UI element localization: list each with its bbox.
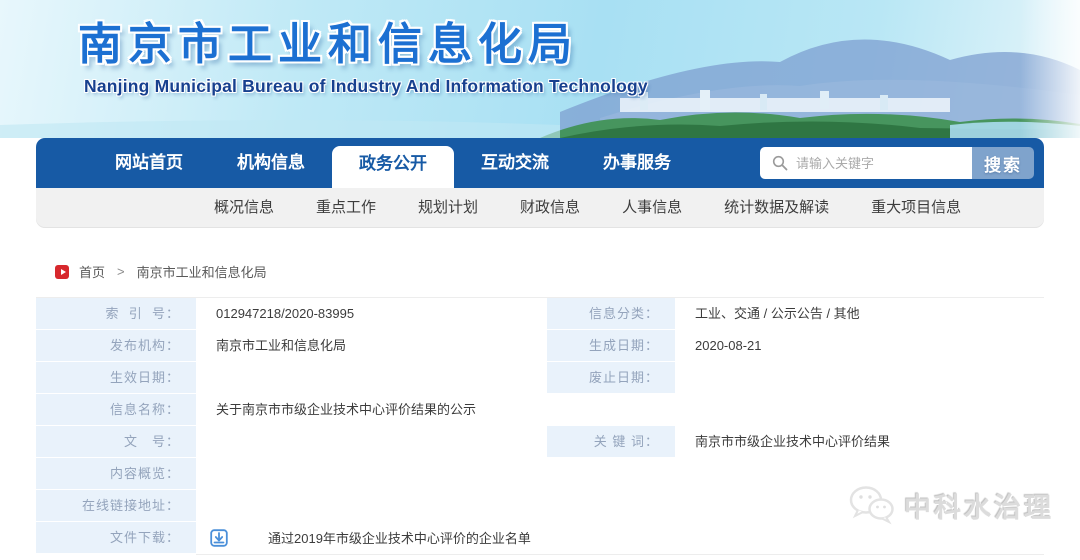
search-bar: 搜索 [760, 147, 1034, 179]
generate-date-label: 生成日期： [547, 330, 675, 363]
abolish-date-value [675, 362, 1044, 395]
info-name-label: 信息名称： [36, 394, 196, 427]
nav-item-home[interactable]: 网站首页 [88, 138, 210, 188]
subnav-item-planning[interactable]: 规划计划 [418, 188, 478, 228]
table-row: 内容概览： [36, 458, 1043, 490]
index-no-value: 012947218/2020-83995 [196, 298, 547, 331]
info-category-value: 工业、交通 / 公示公告 / 其他 [675, 298, 1044, 331]
content-summary-value [196, 458, 1044, 491]
keywords-value: 南京市市级企业技术中心评价结果 [675, 426, 1044, 459]
file-download-label: 文件下载： [36, 522, 196, 555]
file-download-value: 通过2019年市级企业技术中心评价的企业名单 [196, 522, 1044, 555]
subnav-item-key-work[interactable]: 重点工作 [316, 188, 376, 228]
nav-item-interaction[interactable]: 互动交流 [454, 138, 576, 188]
subnav-item-finance[interactable]: 财政信息 [520, 188, 580, 228]
content-summary-label: 内容概览： [36, 458, 196, 491]
nav-item-org-info[interactable]: 机构信息 [210, 138, 332, 188]
main-navbar: 网站首页 机构信息 政务公开 互动交流 办事服务 搜索 [36, 138, 1044, 188]
table-row: 索 引 号： 012947218/2020-83995 信息分类： 工业、交通 … [36, 298, 1043, 330]
download-icon[interactable] [210, 529, 228, 547]
table-row: 在线链接地址： [36, 490, 1043, 522]
nav-item-gov-disclosure[interactable]: 政务公开 [332, 146, 454, 188]
publish-org-label: 发布机构： [36, 330, 196, 363]
doc-no-value [196, 426, 547, 459]
site-subtitle-en: Nanjing Municipal Bureau of Industry And… [84, 76, 648, 97]
index-no-label: 索 引 号： [36, 298, 196, 331]
publish-org-value: 南京市工业和信息化局 [196, 330, 547, 363]
table-row: 文件下载： 通过2019年市级企业技术中心评价的企业名单 [36, 522, 1043, 554]
info-table: 索 引 号： 012947218/2020-83995 信息分类： 工业、交通 … [36, 297, 1044, 554]
breadcrumb-separator: > [117, 264, 125, 279]
breadcrumb-home[interactable]: 首页 [79, 262, 105, 281]
search-input[interactable] [760, 147, 972, 179]
keywords-label: 关 键 词： [547, 426, 675, 459]
subnav-item-major-projects[interactable]: 重大项目信息 [871, 188, 961, 228]
table-row: 发布机构： 南京市工业和信息化局 生成日期： 2020-08-21 [36, 330, 1043, 362]
nav-items: 网站首页 机构信息 政务公开 互动交流 办事服务 [36, 138, 698, 188]
subnav-item-overview[interactable]: 概况信息 [214, 188, 274, 228]
generate-date-value: 2020-08-21 [675, 330, 1044, 363]
table-row: 信息名称： 关于南京市市级企业技术中心评价结果的公示 [36, 394, 1043, 426]
subnav-item-statistics[interactable]: 统计数据及解读 [724, 188, 829, 228]
banner-fade [1020, 0, 1080, 138]
page: 南京市工业和信息化局 Nanjing Municipal Bureau of I… [0, 0, 1080, 560]
effective-date-label: 生效日期： [36, 362, 196, 395]
subnav-item-personnel[interactable]: 人事信息 [622, 188, 682, 228]
online-link-label: 在线链接地址： [36, 490, 196, 523]
effective-date-value [196, 362, 547, 395]
breadcrumb-current[interactable]: 南京市工业和信息化局 [137, 262, 267, 281]
table-row: 文 号： 关 键 词： 南京市市级企业技术中心评价结果 [36, 426, 1043, 458]
breadcrumb: 首页 > 南京市工业和信息化局 [55, 262, 267, 281]
table-row: 生效日期： 废止日期： [36, 362, 1043, 394]
search-button[interactable]: 搜索 [972, 147, 1034, 179]
site-title: 南京市工业和信息化局 [78, 8, 578, 72]
header-banner: 南京市工业和信息化局 Nanjing Municipal Bureau of I… [0, 0, 1080, 138]
info-name-value: 关于南京市市级企业技术中心评价结果的公示 [196, 394, 1044, 427]
nav-item-services[interactable]: 办事服务 [576, 138, 698, 188]
sub-navbar: 概况信息 重点工作 规划计划 财政信息 人事信息 统计数据及解读 重大项目信息 [36, 188, 1044, 228]
home-marker-icon [55, 265, 69, 279]
info-category-label: 信息分类： [547, 298, 675, 331]
download-file-link[interactable]: 通过2019年市级企业技术中心评价的企业名单 [268, 523, 531, 554]
online-link-value [196, 490, 1044, 523]
doc-no-label: 文 号： [36, 426, 196, 459]
abolish-date-label: 废止日期： [547, 362, 675, 395]
